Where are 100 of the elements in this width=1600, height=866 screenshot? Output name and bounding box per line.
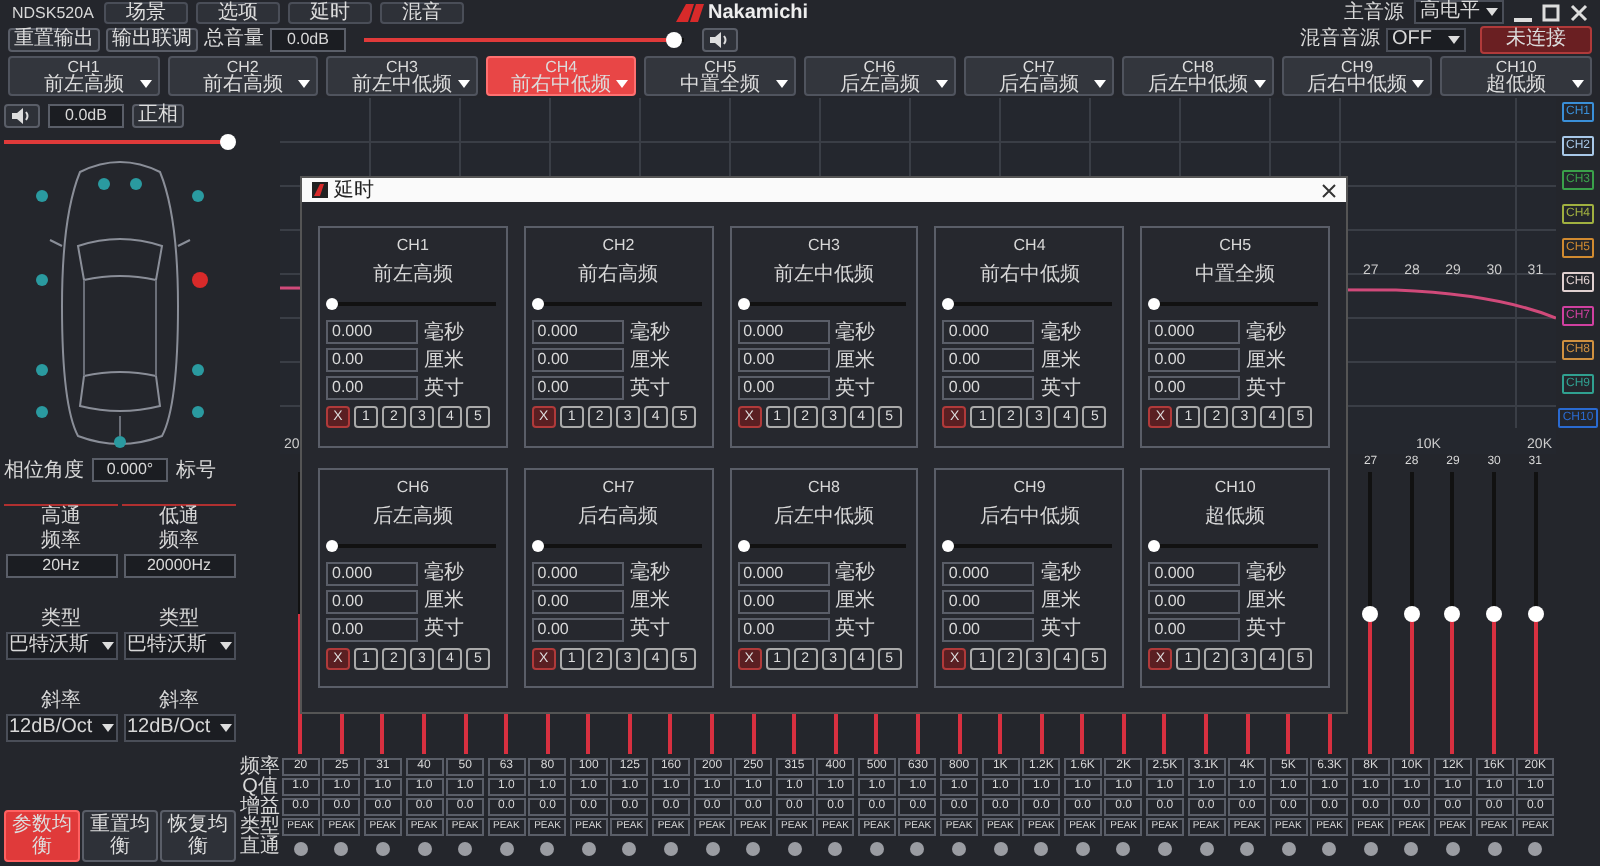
channel-name: CH1 bbox=[394, 234, 431, 258]
delay-ms-field[interactable]: 0.000 bbox=[531, 561, 624, 585]
delay-ms-field[interactable]: 0.000 bbox=[326, 320, 418, 344]
delay-inch-field[interactable]: 0.00 bbox=[1148, 376, 1241, 400]
delay-inch-field[interactable]: 0.00 bbox=[531, 376, 624, 400]
channel-name: CH10 bbox=[1212, 475, 1258, 499]
delay-cm-field[interactable]: 0.00 bbox=[942, 589, 1035, 613]
delay-ms-field[interactable]: 0.000 bbox=[737, 320, 830, 344]
unit-label: 英寸 bbox=[835, 377, 876, 399]
channel-tab[interactable]: CH5 中置全频 bbox=[644, 56, 796, 96]
channel-name: CH9 bbox=[1011, 475, 1048, 499]
delay-ms-field[interactable]: 0.000 bbox=[326, 561, 418, 585]
channel-tab[interactable]: CH1 前左高频 bbox=[8, 56, 160, 96]
row-label: 频率 bbox=[240, 758, 280, 778]
unit-label: 厘米 bbox=[1246, 349, 1287, 371]
unit-label: 毫秒 bbox=[835, 562, 876, 584]
unit-label: 毫秒 bbox=[1246, 321, 1287, 343]
type-select[interactable]: 巴特沃斯 bbox=[123, 632, 235, 660]
delay-cm-field[interactable]: 0.00 bbox=[1148, 348, 1241, 372]
channel-tab[interactable]: CH3 前左中低频 bbox=[326, 56, 478, 96]
menu-button[interactable]: 混音 bbox=[380, 1, 464, 23]
channel-tab[interactable]: CH6 后左高频 bbox=[803, 56, 956, 96]
delay-ms-field[interactable]: 0.000 bbox=[942, 561, 1035, 585]
slope-select[interactable]: 12dB/Oct bbox=[5, 714, 117, 742]
delay-cm-field[interactable]: 0.00 bbox=[1148, 589, 1241, 613]
delay-inch-field[interactable]: 0.00 bbox=[326, 617, 418, 641]
channel-desc: 前右中低频 bbox=[977, 262, 1082, 290]
unit-label: 英寸 bbox=[1040, 618, 1081, 640]
slope-label: 斜率 bbox=[159, 690, 199, 712]
slope-select[interactable]: 12dB/Oct bbox=[123, 714, 235, 742]
delay-cm-field[interactable]: 0.00 bbox=[737, 348, 830, 372]
delay-ms-field[interactable]: 0.000 bbox=[531, 320, 624, 344]
unit-label: 英寸 bbox=[424, 618, 464, 640]
channel-tab[interactable]: CH8 后左中低频 bbox=[1122, 56, 1274, 96]
mix-label: 混音音源 bbox=[1300, 28, 1380, 50]
delay-inch-field[interactable]: 0.00 bbox=[942, 617, 1035, 641]
delay-cm-field[interactable]: 0.00 bbox=[942, 348, 1035, 372]
frequency-label: 频率 bbox=[41, 530, 81, 552]
eq-mode-button[interactable]: 恢复均衡 bbox=[160, 810, 236, 862]
unit-label: 厘米 bbox=[835, 349, 876, 371]
row-label: Q值 bbox=[242, 778, 278, 798]
filter-title: 低通 bbox=[122, 504, 236, 528]
delay-ms-field[interactable]: 0.000 bbox=[1148, 561, 1241, 585]
channel-desc: 后左高频 bbox=[370, 503, 455, 531]
delay-inch-field[interactable]: 0.00 bbox=[737, 376, 830, 400]
channel-desc: 后右高频 bbox=[576, 503, 661, 531]
channel-desc: 后右中低频 bbox=[977, 503, 1082, 531]
delay-inch-field[interactable]: 0.00 bbox=[326, 376, 418, 400]
delay-ms-field[interactable]: 0.000 bbox=[1148, 320, 1241, 344]
model-label: NDSK520A bbox=[12, 3, 92, 21]
channel-desc: 前右高频 bbox=[576, 262, 661, 290]
delay-cm-field[interactable]: 0.00 bbox=[531, 589, 624, 613]
toolbar-button[interactable]: 重置输出 bbox=[8, 27, 100, 51]
phase-field[interactable]: 0.000° bbox=[92, 458, 168, 482]
unit-label: 毫秒 bbox=[629, 321, 670, 343]
channel-desc: 前左中低频 bbox=[771, 262, 876, 290]
delay-ms-field[interactable]: 0.000 bbox=[737, 561, 830, 585]
delay-inch-field[interactable]: 0.00 bbox=[942, 376, 1035, 400]
delay-cm-field[interactable]: 0.00 bbox=[737, 589, 830, 613]
unit-label: 厘米 bbox=[1040, 349, 1081, 371]
mix-select[interactable]: OFF bbox=[1386, 27, 1466, 51]
unit-label: 厘米 bbox=[1040, 590, 1081, 612]
menu-button[interactable]: 选项 bbox=[196, 1, 280, 23]
channel-name: CH2 bbox=[600, 234, 637, 258]
channel-tab[interactable]: CH9 后右中低频 bbox=[1281, 56, 1433, 96]
type-select[interactable]: 巴特沃斯 bbox=[5, 632, 117, 660]
channel-tab[interactable]: CH7 后右高频 bbox=[963, 56, 1115, 96]
unit-label: 英寸 bbox=[629, 618, 670, 640]
unit-label: 英寸 bbox=[835, 618, 876, 640]
menu-button[interactable]: 场景 bbox=[104, 1, 188, 23]
channel-name: CH4 bbox=[1011, 234, 1048, 258]
delay-ms-field[interactable]: 0.000 bbox=[942, 320, 1035, 344]
channel-name: CH7 bbox=[600, 475, 637, 499]
channel-tab[interactable]: CH2 前右高频 bbox=[167, 56, 319, 96]
source-label: 主音源 bbox=[1344, 1, 1404, 23]
row-label: 直通 bbox=[240, 838, 280, 858]
eq-mode-button[interactable]: 重置均衡 bbox=[82, 810, 158, 862]
delay-cm-field[interactable]: 0.00 bbox=[326, 348, 418, 372]
volume-field[interactable]: 0.0dB bbox=[270, 27, 346, 51]
unit-label: 英寸 bbox=[1040, 377, 1081, 399]
menu-button[interactable]: 延时 bbox=[288, 1, 372, 23]
unit-label: 厘米 bbox=[835, 590, 876, 612]
delay-inch-field[interactable]: 0.00 bbox=[1148, 617, 1241, 641]
frequency-field[interactable]: 20000Hz bbox=[123, 554, 235, 578]
frequency-field[interactable]: 20Hz bbox=[5, 554, 117, 578]
toolbar-button[interactable]: 输出联调 bbox=[106, 27, 198, 51]
connect-button[interactable]: 未连接 bbox=[1480, 25, 1592, 53]
delay-cm-field[interactable]: 0.00 bbox=[326, 589, 418, 613]
delay-inch-field[interactable]: 0.00 bbox=[737, 617, 830, 641]
delay-cm-field[interactable]: 0.00 bbox=[531, 348, 624, 372]
phase-button[interactable]: 正相 bbox=[132, 104, 184, 128]
channel-desc: 中置全频 bbox=[1193, 262, 1278, 290]
channel-tab[interactable]: CH10 超低频 bbox=[1440, 56, 1592, 96]
frequency-label: 频率 bbox=[159, 530, 199, 552]
gain-field[interactable]: 0.0dB bbox=[48, 104, 124, 128]
channel-name: CH6 bbox=[394, 475, 431, 499]
slope-label: 斜率 bbox=[41, 690, 81, 712]
logo-text: Nakamichi bbox=[708, 1, 809, 23]
delay-inch-field[interactable]: 0.00 bbox=[531, 617, 624, 641]
row-label: 类型 bbox=[240, 818, 280, 838]
